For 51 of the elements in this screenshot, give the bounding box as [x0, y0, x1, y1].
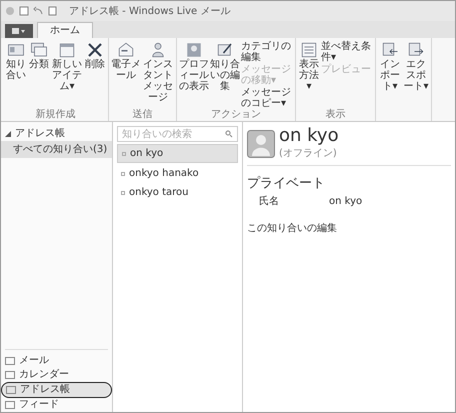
- section-title: プライベート: [247, 175, 326, 193]
- ribbon-button[interactable]: インスタントメッセージ: [142, 41, 174, 109]
- search-icon: [225, 130, 233, 138]
- reply-icon[interactable]: [33, 6, 43, 16]
- ribbon-small-button[interactable]: カテゴリの編集: [241, 41, 293, 63]
- nav-item[interactable]: メール: [1, 354, 112, 368]
- window-title: アドレス帳 - Windows Live メール: [69, 4, 230, 18]
- nav-item[interactable]: カレンダー: [1, 368, 112, 382]
- ribbon-button[interactable]: インポート▾: [378, 41, 402, 121]
- ribbon-button[interactable]: 新しいアイテム▾: [51, 41, 83, 109]
- avatar-icon: [247, 130, 275, 158]
- status-text: (オフライン): [279, 147, 338, 161]
- ribbon-button[interactable]: 表示方法▾: [298, 41, 320, 109]
- ribbon-group-label: 新規作成: [34, 109, 76, 121]
- new-document-icon[interactable]: [19, 6, 29, 16]
- search-field[interactable]: 知り合いの検索: [117, 126, 238, 142]
- ribbon-tab[interactable]: ホーム: [37, 22, 93, 38]
- cards-icon: [30, 41, 48, 59]
- ribbon-button[interactable]: プロフィールの表示: [179, 41, 209, 109]
- edit-contact-link[interactable]: この知り合いの編集: [247, 220, 451, 236]
- x-icon: [86, 41, 104, 59]
- ribbon-button[interactable]: 分類: [28, 41, 50, 109]
- ribbon-button[interactable]: 電子メール: [111, 41, 141, 109]
- folder-item[interactable]: すべての知り合い(3): [1, 141, 112, 158]
- contact-item[interactable]: on kyo: [117, 144, 238, 163]
- profile-picture-icon: [185, 41, 203, 59]
- contact-item[interactable]: onkyo tarou: [117, 184, 238, 201]
- ribbon-button[interactable]: 削除: [84, 41, 106, 109]
- tree-header[interactable]: アドレス帳: [15, 126, 65, 141]
- app-menu-button[interactable]: [5, 24, 33, 38]
- ribbon-small-button[interactable]: 並べ替え条件▾: [321, 41, 373, 63]
- ribbon-group-label: アクション: [210, 109, 262, 121]
- ribbon-button[interactable]: 知り合い: [5, 41, 27, 109]
- ribbon-small-button[interactable]: メッセージのコピー▾: [241, 87, 293, 109]
- contact-name: on kyo: [279, 126, 339, 146]
- app-icon: [5, 6, 15, 16]
- nav-item[interactable]: アドレス帳: [1, 382, 112, 398]
- ribbon-button[interactable]: エクスポート▾: [403, 41, 429, 121]
- contact-item[interactable]: onkyo hanako: [117, 165, 238, 182]
- ribbon-group-label: 表示: [324, 109, 346, 121]
- field-value: on kyo: [329, 194, 362, 208]
- nav-item[interactable]: フィード: [1, 398, 112, 412]
- house-mail-icon: [117, 41, 135, 59]
- ribbon-group-label: 送信: [132, 109, 154, 121]
- calendar-icon: [58, 41, 76, 59]
- list-icon: [300, 41, 318, 59]
- menu-icon: [12, 27, 26, 35]
- ribbon-button[interactable]: 知り合いの編集: [210, 41, 240, 109]
- field-label: 氏名: [259, 194, 280, 208]
- document-icon[interactable]: [47, 6, 57, 16]
- expanded-triangle-icon[interactable]: [5, 130, 11, 136]
